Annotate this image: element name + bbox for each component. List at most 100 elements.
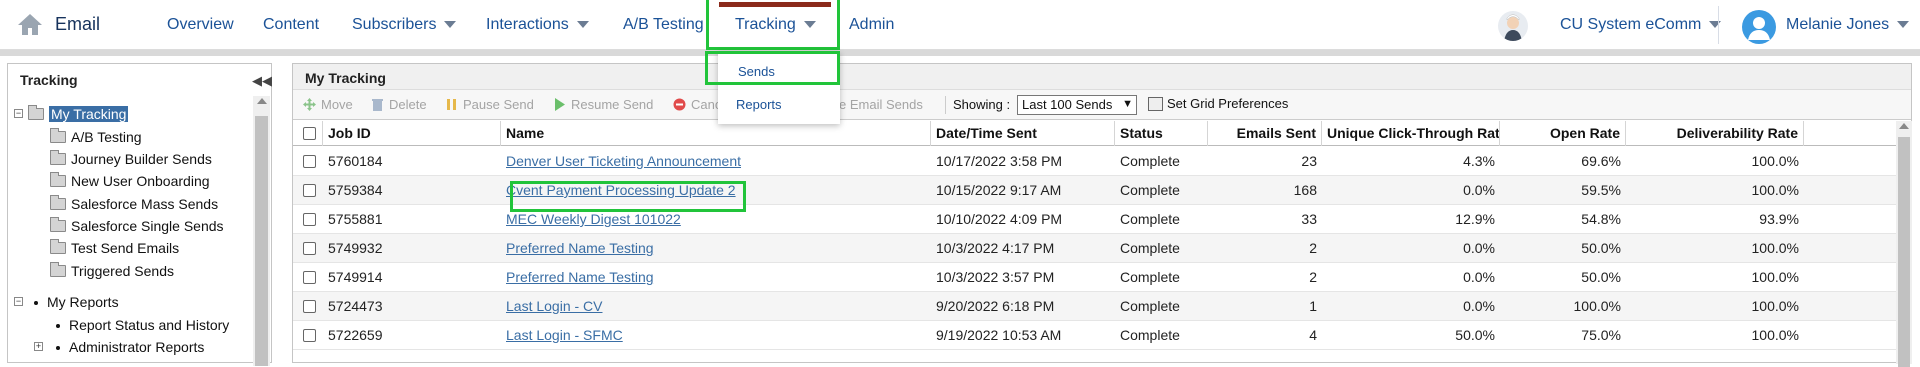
bullet-icon — [56, 324, 60, 329]
nav-admin[interactable]: Admin — [849, 16, 894, 34]
scroll-thumb[interactable] — [1898, 137, 1910, 367]
table-row[interactable]: 5749932 Preferred Name Testing 10/3/2022 4… — [293, 234, 1896, 263]
resume-send-button[interactable]: Resume Send — [553, 97, 653, 112]
grid-settings-icon — [1148, 97, 1163, 111]
tree-item-ab-testing[interactable]: A/B Testing — [50, 128, 142, 146]
nav-interactions[interactable]: Interactions — [486, 16, 589, 34]
cell-job-id: 5724473 — [328, 298, 383, 314]
cell-job-id: 5760184 — [328, 153, 383, 169]
table-row[interactable]: 5749914 Preferred Name Testing 10/3/2022 3… — [293, 263, 1896, 292]
column-header-open-rate[interactable]: Open Rate — [1500, 121, 1626, 146]
tree-item-salesforce-mass-sends[interactable]: Salesforce Mass Sends — [50, 195, 218, 213]
row-checkbox[interactable] — [303, 271, 316, 284]
column-header-date[interactable]: Date/Time Sent — [931, 121, 1115, 146]
send-name-link[interactable]: Last Login - CV — [506, 298, 603, 314]
org-switcher[interactable]: CU System eComm — [1560, 16, 1722, 34]
tree-item-salesforce-single-sends[interactable]: Salesforce Single Sends — [50, 217, 224, 235]
move-button[interactable]: Move — [303, 97, 353, 112]
row-checkbox[interactable] — [303, 329, 316, 342]
scroll-up-icon[interactable] — [1899, 123, 1909, 129]
showing-select[interactable]: Last 100 Sends ▼ — [1017, 95, 1137, 115]
expand-tree-icon[interactable]: + — [34, 342, 43, 351]
scroll-up-icon[interactable] — [257, 98, 267, 104]
tree-item-my-reports[interactable]: My Reports — [34, 293, 119, 311]
row-checkbox[interactable] — [303, 242, 316, 255]
table-row[interactable]: 5760184 Denver User Ticketing Announcemen… — [293, 147, 1896, 176]
chevron-down-icon — [444, 21, 457, 29]
tree-item-report-status[interactable]: Report Status and History — [56, 316, 229, 334]
dropdown-item-sends[interactable]: Sends — [705, 51, 840, 85]
send-name-link[interactable]: Denver User Ticketing Announcement — [506, 153, 741, 169]
send-name-link[interactable]: Preferred Name Testing — [506, 269, 654, 285]
active-tab-indicator — [719, 2, 831, 7]
nav-content[interactable]: Content — [263, 16, 319, 34]
nav-tracking[interactable]: Tracking — [735, 16, 816, 34]
user-avatar[interactable] — [1742, 10, 1776, 44]
tracking-tree-panel: Tracking ◀◀ − My Tracking A/B Testing Jo… — [7, 63, 272, 366]
table-row[interactable]: 5722659 Last Login - SFMC 9/19/2022 10:53 … — [293, 321, 1896, 350]
header-divider — [0, 50, 1920, 56]
grid-scrollbar[interactable] — [1896, 121, 1912, 367]
nav-overview[interactable]: Overview — [167, 16, 234, 34]
collapse-tree-icon[interactable]: − — [14, 109, 23, 118]
cell-open-rate: 100.0% — [1573, 298, 1621, 314]
pause-send-button[interactable]: Pause Send — [445, 97, 534, 112]
grid-toolbar: Move Delete Pause Send Resume Send Canc … — [293, 90, 1911, 120]
cell-status: Complete — [1120, 182, 1180, 198]
tree-item-new-user-onboarding[interactable]: New User Onboarding — [50, 172, 210, 190]
collapse-tree-icon[interactable]: − — [14, 297, 23, 306]
cell-date: 9/20/2022 6:18 PM — [936, 298, 1055, 314]
play-icon — [555, 98, 565, 111]
cell-emails-sent: 2 — [1309, 269, 1317, 285]
top-navigation: Email Overview Content Subscribers Inter… — [0, 0, 1920, 50]
org-avatar[interactable] — [1498, 11, 1528, 41]
tree-item-journey-builder-sends[interactable]: Journey Builder Sends — [50, 150, 212, 168]
scroll-thumb[interactable] — [255, 116, 268, 366]
user-menu[interactable]: Melanie Jones — [1786, 16, 1910, 34]
name-highlight — [510, 181, 746, 212]
row-checkbox[interactable] — [303, 184, 316, 197]
column-header-deliverability[interactable]: Deliverability Rate — [1626, 121, 1804, 146]
grid-title: My Tracking — [305, 70, 386, 86]
cell-job-id: 5722659 — [328, 327, 383, 343]
row-checkbox[interactable] — [303, 213, 316, 226]
cell-open-rate: 75.0% — [1581, 327, 1621, 343]
chevron-down-icon — [1897, 21, 1910, 29]
cell-date: 10/3/2022 4:17 PM — [936, 240, 1055, 256]
bullet-icon — [34, 301, 38, 306]
cell-status: Complete — [1120, 211, 1180, 227]
tree-scrollbar[interactable] — [253, 96, 270, 366]
send-name-link[interactable]: Preferred Name Testing — [506, 240, 654, 256]
collapse-panel-icon[interactable]: ◀◀ — [252, 73, 272, 89]
column-header-job-id[interactable]: Job ID — [323, 121, 501, 146]
tree-item-test-send-emails[interactable]: Test Send Emails — [50, 239, 179, 257]
nav-ab-testing[interactable]: A/B Testing — [623, 16, 704, 34]
column-header-ctr[interactable]: Unique Click-Through Rate — [1322, 121, 1500, 146]
tree-item-administrator-reports[interactable]: Administrator Reports — [56, 338, 204, 356]
dropdown-item-reports[interactable]: Reports — [718, 87, 840, 121]
column-header-name[interactable]: Name — [501, 121, 931, 146]
cell-job-id: 5749914 — [328, 269, 383, 285]
folder-icon — [50, 262, 66, 277]
send-name-link[interactable]: MEC Weekly Digest 101022 — [506, 211, 681, 227]
tree-item-my-tracking[interactable]: My Tracking — [28, 105, 129, 123]
set-grid-preferences-button[interactable]: Set Grid Preferences — [1148, 96, 1288, 111]
send-name-link[interactable]: Last Login - SFMC — [506, 327, 623, 343]
cell-name: Preferred Name Testing — [501, 234, 931, 263]
cancel-send-button[interactable]: Canc — [673, 97, 721, 112]
cell-emails-sent: 4 — [1309, 327, 1317, 343]
column-header-emails-sent[interactable]: Emails Sent — [1208, 121, 1322, 146]
row-checkbox[interactable] — [303, 300, 316, 313]
grid-title-bar: My Tracking — [293, 64, 1911, 90]
cell-status: Complete — [1120, 240, 1180, 256]
nav-subscribers[interactable]: Subscribers — [352, 16, 457, 34]
tree-item-triggered-sends[interactable]: Triggered Sends — [50, 262, 174, 280]
select-all-checkbox[interactable] — [303, 127, 316, 140]
folder-icon — [50, 217, 66, 232]
column-header-status[interactable]: Status — [1115, 121, 1208, 146]
home-icon[interactable] — [16, 12, 44, 36]
delete-button[interactable]: Delete — [371, 97, 427, 112]
table-row[interactable]: 5724473 Last Login - CV 9/20/2022 6:18 PM C… — [293, 292, 1896, 321]
row-checkbox[interactable] — [303, 155, 316, 168]
cell-name: Denver User Ticketing Announcement — [501, 147, 931, 176]
